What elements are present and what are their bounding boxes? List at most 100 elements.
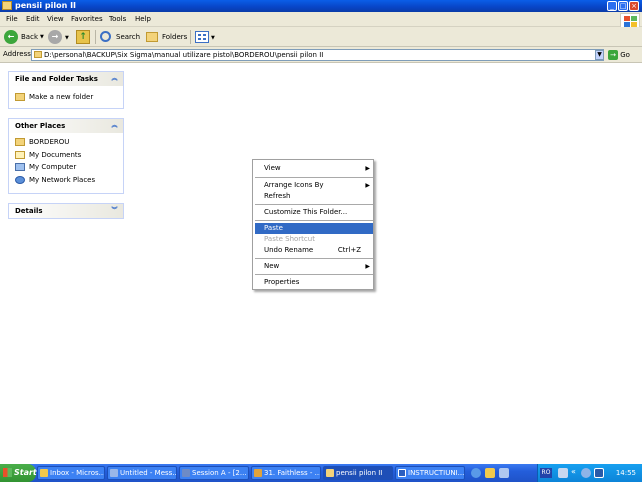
menu-item-new[interactable]: New ▶ <box>255 261 373 272</box>
search-label: Search <box>116 33 141 41</box>
place-my-computer[interactable]: My Computer <box>9 161 123 174</box>
messenger-icon <box>110 469 118 477</box>
address-dropdown-icon[interactable]: ▼ <box>595 50 604 60</box>
new-folder-icon <box>15 93 25 101</box>
menu-item-label: Customize This Folder... <box>264 208 348 216</box>
menu-favorites[interactable]: Favorites <box>71 15 103 23</box>
menu-item-arrange-icons-by[interactable]: Arrange Icons By ▶ <box>255 180 373 191</box>
menu-item-paste-shortcut: Paste Shortcut <box>255 234 373 245</box>
folders-icon <box>146 32 158 42</box>
views-dropdown-icon: ▼ <box>211 35 215 41</box>
word-icon <box>398 469 406 477</box>
menu-tools[interactable]: Tools <box>109 15 126 23</box>
system-tray: RO « 14:55 <box>537 464 642 482</box>
folders-label: Folders <box>162 33 188 41</box>
expand-tray-icon[interactable]: « <box>571 467 576 476</box>
menu-item-view[interactable]: View ▶ <box>255 163 373 174</box>
views-button[interactable]: ▼ <box>194 29 216 45</box>
up-folder-icon[interactable]: ↑ <box>76 30 90 44</box>
minimize-button[interactable]: _ <box>607 1 617 11</box>
windows-logo-icon <box>620 13 640 28</box>
expand-chevron-icon[interactable]: ︾ <box>110 207 119 216</box>
task-messenger[interactable]: Untitled - Mess... <box>107 466 177 480</box>
menu-bar: File Edit View Favorites Tools Help <box>0 12 642 27</box>
panel-header[interactable]: File and Folder Tasks ︽ <box>9 72 123 86</box>
folder-icon <box>326 469 334 477</box>
make-new-folder-link[interactable]: Make a new folder <box>9 91 123 104</box>
menu-item-customize-folder[interactable]: Customize This Folder... <box>255 207 373 218</box>
outlook-icon <box>40 469 48 477</box>
place-my-documents[interactable]: My Documents <box>9 149 123 162</box>
task-outlook-inbox[interactable]: Inbox - Micros... <box>37 466 105 480</box>
task-media-player[interactable]: 31. Faithless - ... <box>251 466 321 480</box>
menu-item-label: New <box>264 262 280 270</box>
standard-toolbar: ← Back ▼ → ▼ ↑ Search Folders ▼ <box>0 27 642 47</box>
task-instructiuni[interactable]: INSTRUCTIUNI... <box>395 466 465 480</box>
collapse-chevron-icon[interactable]: ︽ <box>110 122 119 131</box>
panel-title: File and Folder Tasks <box>15 75 98 83</box>
start-button[interactable]: Start <box>0 464 37 482</box>
language-indicator[interactable]: RO <box>540 468 552 478</box>
task-session-a[interactable]: Session A - [2... <box>179 466 249 480</box>
menu-item-refresh[interactable]: Refresh <box>255 191 373 202</box>
menu-view[interactable]: View <box>47 15 64 23</box>
menu-item-label: Arrange Icons By <box>264 181 324 189</box>
menu-separator <box>255 204 373 205</box>
menu-edit[interactable]: Edit <box>26 15 40 23</box>
close-button[interactable]: × <box>629 1 639 11</box>
back-dropdown-icon[interactable]: ▼ <box>40 34 44 40</box>
search-button[interactable]: Search <box>98 29 142 45</box>
internet-explorer-icon[interactable] <box>471 468 481 478</box>
panel-header[interactable]: Details ︾ <box>9 204 123 218</box>
folders-button[interactable]: Folders <box>144 29 188 45</box>
forward-dropdown-icon[interactable]: ▼ <box>65 35 69 41</box>
forward-arrow-icon[interactable]: → <box>48 30 62 44</box>
submenu-arrow-icon: ▶ <box>365 165 370 172</box>
volume-icon[interactable] <box>581 468 591 478</box>
folder-icon <box>15 138 25 146</box>
menu-item-label: Undo Rename <box>264 246 314 254</box>
explorer-window: pensii pilon II _ □ × File Edit View Fav… <box>0 0 642 464</box>
task-label: pensii pilon II <box>336 469 383 477</box>
outlook-quicklaunch-icon[interactable] <box>485 468 495 478</box>
menu-separator <box>255 220 373 221</box>
toolbar-separator <box>95 30 96 44</box>
show-desktop-icon[interactable] <box>499 468 509 478</box>
clock[interactable]: 14:55 <box>616 464 636 482</box>
taskbar: Start Inbox - Micros... Untitled - Mess.… <box>0 464 642 482</box>
views-icon <box>195 31 209 43</box>
collapse-chevron-icon[interactable]: ︽ <box>110 75 119 84</box>
place-borderou[interactable]: BORDEROU <box>9 136 123 149</box>
title-bar[interactable]: pensii pilon II _ □ × <box>0 0 642 12</box>
windows-flag-icon <box>3 468 12 477</box>
task-pensii-pilon-ii[interactable]: pensii pilon II <box>323 466 393 480</box>
menu-item-undo-rename[interactable]: Undo Rename Ctrl+Z <box>255 245 373 256</box>
start-label: Start <box>14 468 37 477</box>
place-label: My Computer <box>29 163 77 171</box>
keyboard-icon[interactable] <box>558 468 568 478</box>
my-computer-icon <box>15 163 25 171</box>
go-button[interactable]: → Go <box>608 49 634 61</box>
maximize-button[interactable]: □ <box>618 1 628 11</box>
task-label: Inbox - Micros... <box>50 469 105 477</box>
task-label: Untitled - Mess... <box>120 469 177 477</box>
address-bar: Address D:\personal\BACKUP\Six Sigma\man… <box>0 47 642 63</box>
my-documents-icon <box>15 150 25 159</box>
address-input[interactable]: D:\personal\BACKUP\Six Sigma\manual util… <box>31 49 604 61</box>
context-menu: View ▶ Arrange Icons By ▶ Refresh Custom… <box>252 159 374 290</box>
security-shield-icon[interactable] <box>594 468 604 478</box>
menu-item-label: Paste <box>264 224 283 232</box>
menu-help[interactable]: Help <box>135 15 151 23</box>
panel-title: Other Places <box>15 122 66 130</box>
folder-icon <box>34 51 42 58</box>
window-title: pensii pilon II <box>15 1 77 10</box>
place-my-network-places[interactable]: My Network Places <box>9 174 123 187</box>
menu-file[interactable]: File <box>6 15 18 23</box>
menu-item-paste[interactable]: Paste <box>255 223 373 234</box>
submenu-arrow-icon: ▶ <box>365 263 370 270</box>
link-label: Make a new folder <box>29 93 94 101</box>
address-value: D:\personal\BACKUP\Six Sigma\manual util… <box>44 51 324 59</box>
panel-header[interactable]: Other Places ︽ <box>9 119 123 133</box>
other-places-panel: Other Places ︽ BORDEROU My Documents My … <box>8 118 124 194</box>
menu-item-properties[interactable]: Properties <box>255 277 373 288</box>
